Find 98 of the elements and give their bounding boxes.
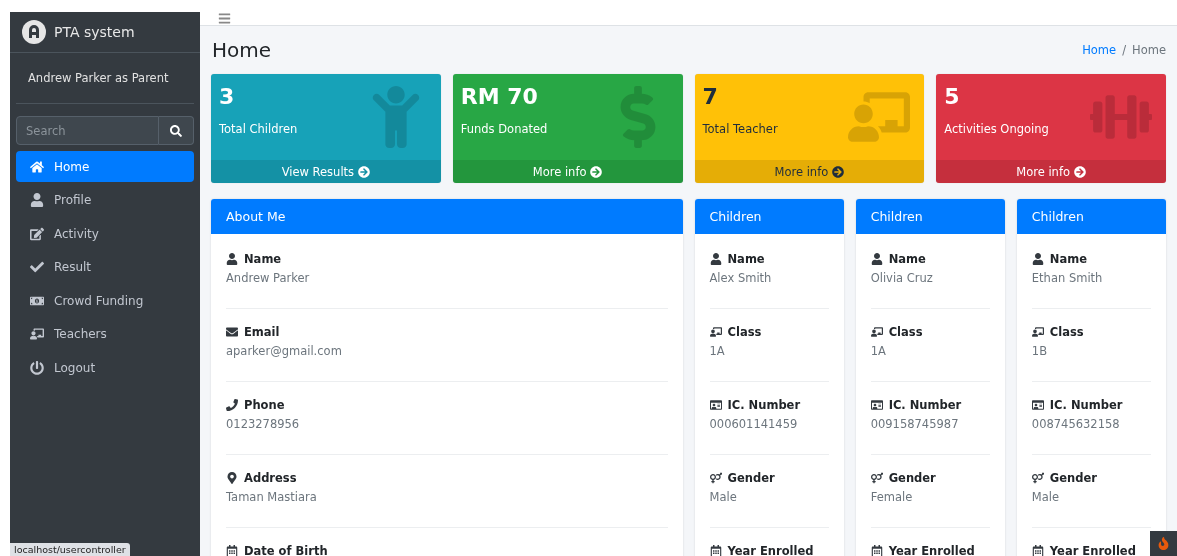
logo-icon	[22, 20, 46, 44]
checkmark-icon	[30, 260, 44, 274]
calendar-icon	[1031, 545, 1044, 556]
nav-item[interactable]: Profile	[16, 184, 194, 216]
person-icon	[1031, 253, 1044, 265]
gender-icon	[1031, 472, 1044, 484]
field-value: 009158745987	[870, 417, 960, 431]
card-header: Children	[1016, 199, 1166, 234]
person-icon	[709, 253, 722, 265]
breadcrumb-text: /	[1122, 43, 1127, 57]
teacher-board-icon	[709, 326, 722, 338]
stat-label: Funds Donated	[460, 122, 549, 136]
nav-item[interactable]: Result	[16, 251, 194, 283]
field-label: Gender	[888, 471, 936, 485]
field-label: IC. Number	[1049, 398, 1123, 412]
status-url: localhost/usercontroller	[10, 543, 130, 556]
app-title: PTA system	[54, 24, 135, 40]
teacher-board-icon	[1031, 326, 1044, 338]
field-value: 1A	[709, 344, 726, 358]
field-label: IC. Number	[888, 398, 962, 412]
field-value: 0123278956	[226, 417, 301, 431]
card-header: Children	[855, 199, 1005, 234]
breadcrumb-text: Home	[1132, 43, 1166, 57]
more-info-link[interactable]: More info	[936, 160, 1166, 183]
id-card-icon	[709, 399, 722, 411]
field-label: Gender	[1049, 471, 1097, 485]
id-card-icon	[870, 399, 883, 411]
field-value: 1B	[1031, 344, 1049, 358]
field-value: Olivia Cruz	[870, 271, 934, 285]
field-value: 000601141459	[709, 417, 799, 431]
more-info-link[interactable]: More info	[694, 160, 925, 183]
stat-value: 5	[944, 84, 961, 109]
field-value: Male	[1031, 490, 1061, 504]
house-icon	[30, 159, 44, 174]
stat-value: 7	[702, 84, 719, 109]
fire-button[interactable]	[1150, 531, 1177, 556]
power-icon	[30, 360, 44, 375]
nav-item[interactable]: Crowd Funding	[16, 285, 194, 316]
field-label: Name	[244, 252, 282, 266]
page-title: Home	[212, 38, 272, 62]
field-label: Date of Birth	[244, 544, 328, 556]
stat-value: 3	[219, 84, 236, 109]
person-icon	[226, 253, 238, 265]
field-label: Class	[888, 325, 923, 339]
field-value: 1A	[870, 344, 887, 358]
nav-item[interactable]: Logout	[16, 352, 194, 383]
field-label: Address	[244, 471, 297, 485]
menu-button[interactable]	[218, 12, 231, 25]
stat-value: RM 70	[460, 84, 539, 109]
field-label: Email	[244, 325, 280, 339]
search-icon	[170, 124, 182, 137]
person-icon	[30, 193, 44, 207]
id-card-icon	[1031, 399, 1044, 411]
more-info-link[interactable]: More info	[452, 160, 683, 183]
more-info-link[interactable]: View Results	[211, 160, 441, 183]
field-value: Female	[870, 490, 914, 504]
stat-label: Total Children	[219, 122, 299, 136]
field-label: Class	[727, 325, 762, 339]
field-value: aparker@gmail.com	[226, 344, 343, 358]
teacher-board-icon	[30, 327, 44, 341]
card-header: Children	[694, 199, 844, 234]
field-label: Gender	[727, 471, 775, 485]
search-button[interactable]	[159, 116, 194, 145]
nav-item[interactable]: Home	[16, 151, 194, 182]
stat-label: Total Teacher	[702, 122, 779, 136]
envelope-icon	[226, 326, 238, 338]
calendar-icon	[226, 545, 238, 556]
field-label: Year Enrolled	[1049, 544, 1136, 556]
gender-icon	[709, 472, 722, 484]
user-name[interactable]: Andrew Parker as Parent	[16, 53, 194, 104]
field-value: Male	[709, 490, 738, 504]
map-pin-icon	[226, 472, 238, 484]
person-icon	[870, 253, 883, 265]
field-label: Name	[888, 252, 926, 266]
stat-label: Activities Ongoing	[944, 122, 1050, 136]
breadcrumb-link[interactable]: Home	[1082, 43, 1117, 57]
calendar-icon	[709, 545, 722, 556]
field-label: Year Enrolled	[727, 544, 814, 556]
field-label: Name	[1049, 252, 1087, 266]
teacher-board-icon	[870, 326, 883, 338]
field-label: IC. Number	[727, 398, 801, 412]
field-label: Year Enrolled	[888, 544, 975, 556]
field-value: Alex Smith	[709, 271, 773, 285]
nav-item[interactable]: Teachers	[16, 318, 194, 350]
field-value: 008745632158	[1031, 417, 1121, 431]
card-header: About Me	[211, 199, 683, 234]
nav-item[interactable]: Activity	[16, 218, 194, 249]
field-value: Ethan Smith	[1031, 271, 1104, 285]
field-label: Phone	[244, 398, 285, 412]
flame-icon	[1157, 537, 1170, 550]
phone-icon	[226, 399, 238, 411]
search-field[interactable]: Search	[16, 116, 159, 145]
gender-icon	[870, 472, 883, 484]
field-value: Taman Mastiara	[226, 490, 318, 504]
field-value: Andrew Parker	[226, 271, 311, 285]
field-label: Class	[1049, 325, 1084, 339]
field-label: Name	[727, 252, 765, 266]
calendar-icon	[870, 545, 883, 556]
